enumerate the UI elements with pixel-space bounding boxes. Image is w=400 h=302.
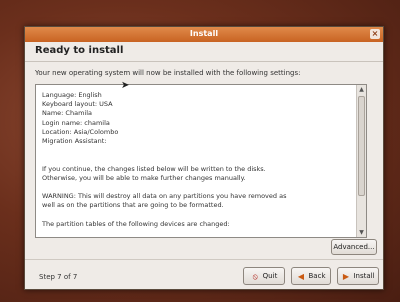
quit-button-label: Quit [262, 272, 278, 280]
settings-intro: Your new operating system will now be in… [35, 69, 301, 77]
footer-divider [25, 259, 383, 260]
advanced-button[interactable]: Advanced... [331, 239, 377, 255]
step-indicator: Step 7 of 7 [39, 273, 78, 281]
close-icon[interactable]: × [370, 29, 380, 39]
back-button-label: Back [308, 272, 326, 280]
scroll-down-icon[interactable]: ▼ [357, 228, 366, 237]
forward-arrow-icon: ▶ [342, 271, 350, 281]
title-bar[interactable]: Install × [25, 27, 383, 42]
summary-scrollbar[interactable]: ▲ ▼ [356, 85, 366, 237]
scroll-up-icon[interactable]: ▲ [357, 85, 366, 94]
install-button[interactable]: ▶ Install [337, 267, 379, 285]
quit-icon: ⦸ [252, 271, 258, 281]
settings-summary-box[interactable]: Language: English Keyboard layout: USA N… [35, 84, 367, 238]
settings-summary-text: Language: English Keyboard layout: USA N… [42, 91, 287, 228]
scrollbar-thumb[interactable] [358, 96, 365, 196]
install-button-label: Install [353, 272, 375, 280]
page-title: Ready to install [35, 45, 124, 56]
quit-button[interactable]: ⦸ Quit [243, 267, 285, 285]
mouse-pointer-icon: ➤ [121, 80, 130, 91]
advanced-button-label: Advanced... [333, 243, 375, 251]
window-title: Install [189, 29, 219, 38]
header-divider [25, 61, 383, 62]
back-button[interactable]: ◀ Back [291, 267, 331, 285]
back-arrow-icon: ◀ [297, 271, 305, 281]
install-window: Install × Ready to install Your new oper… [24, 26, 384, 290]
